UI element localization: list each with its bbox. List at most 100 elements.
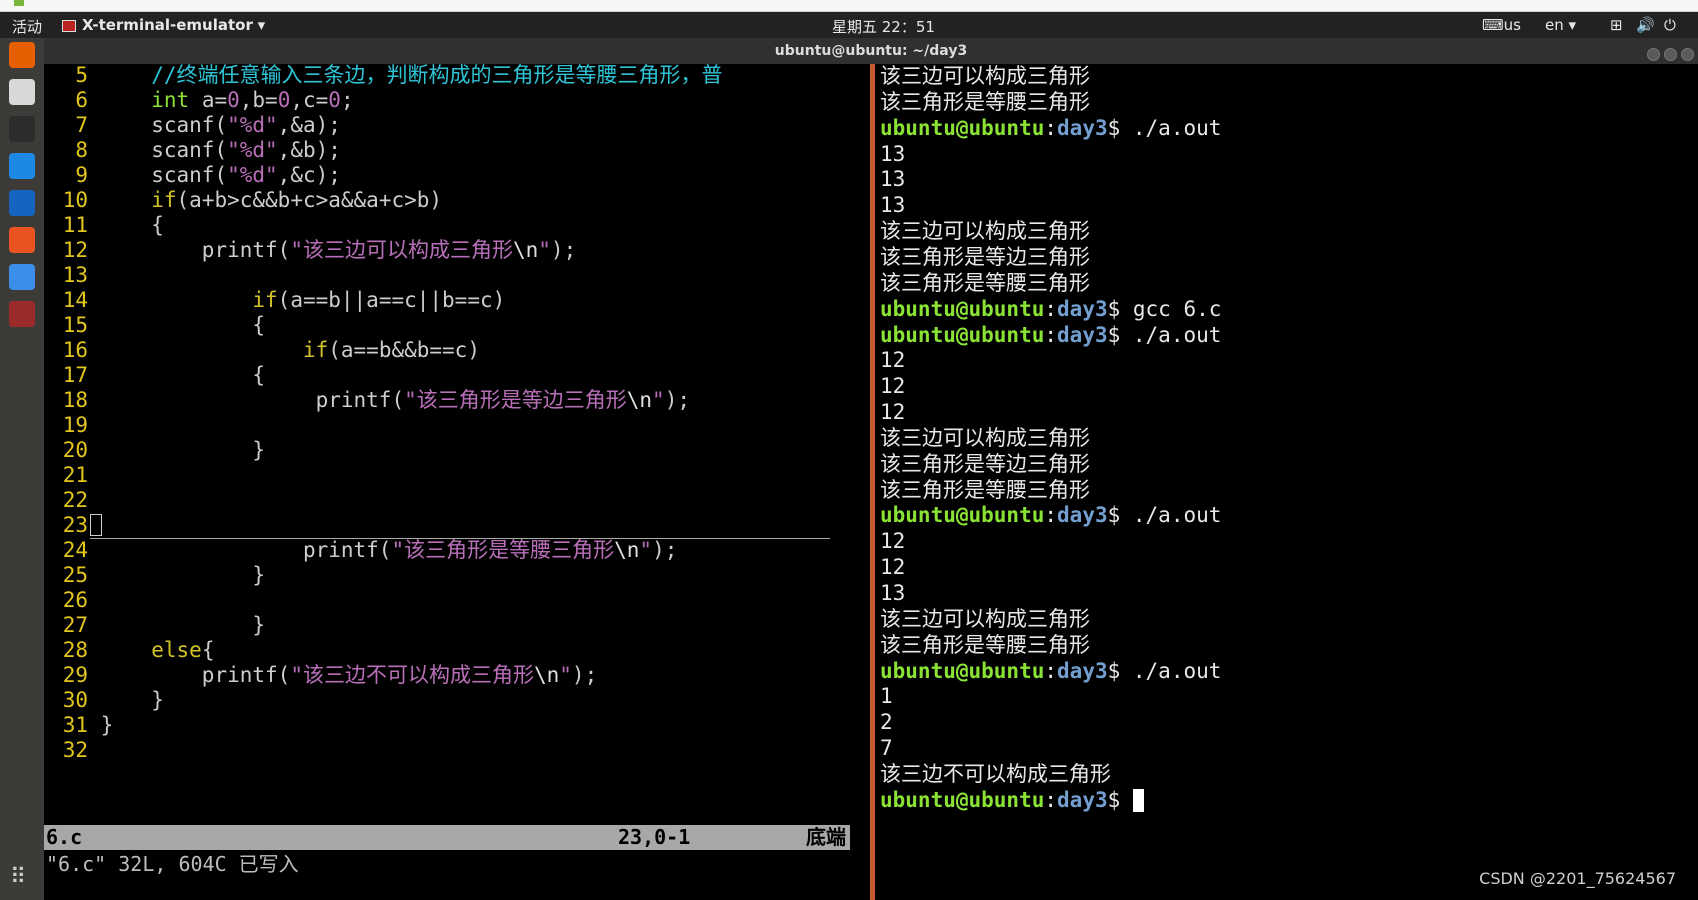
line-number: 21 xyxy=(62,463,88,487)
output-line: 12 xyxy=(880,555,906,580)
code-line: 7 scanf("%d",&a); xyxy=(44,112,341,139)
output-line: 该三边不可以构成三角形 xyxy=(880,761,1111,786)
code-line: 32 xyxy=(44,737,101,764)
volume-icon[interactable]: 🔊 xyxy=(1636,16,1655,34)
code-line: 9 scanf("%d",&c); xyxy=(44,162,341,189)
command-text: $ ./a.out xyxy=(1107,115,1222,140)
output-line: 12 xyxy=(880,400,906,425)
code-line: 31 } xyxy=(44,712,114,739)
output-line: 12 xyxy=(880,374,906,399)
command-text: $ ./a.out xyxy=(1107,658,1222,683)
top-strip xyxy=(0,0,1698,12)
code-text: printf("该三边不可以构成三角形\n"); xyxy=(100,663,598,687)
window-buttons xyxy=(1643,44,1694,61)
command-text: $ ./a.out xyxy=(1107,322,1222,347)
line-number: 22 xyxy=(62,488,88,512)
window-title: ubuntu@ubuntu: ~/day3 xyxy=(774,43,968,59)
maximize-button[interactable] xyxy=(1664,48,1677,61)
code-text: int a=0,b=0,c=0; xyxy=(151,88,354,112)
output-line: 该三角形是等腰三角形 xyxy=(880,632,1090,657)
settings-icon[interactable] xyxy=(9,264,35,290)
status-scroll: 底端 xyxy=(806,825,846,849)
vscode-icon[interactable] xyxy=(9,153,35,179)
line-number: 30 xyxy=(62,688,88,712)
code-line: 12 printf("该三边可以构成三角形\n"); xyxy=(44,237,577,264)
software-center-icon[interactable] xyxy=(9,227,35,253)
line-number: 10 xyxy=(62,188,88,212)
output-line: 7 xyxy=(880,736,893,761)
code-text: //终端任意输入三条边，判断构成的三角形是等腰三角形，普 xyxy=(151,64,723,87)
gnome-top-bar: 活动 X-terminal-emulator ▾ 星期五 22：51 ⌨us e… xyxy=(0,12,1698,38)
language-label: en xyxy=(1545,16,1564,34)
code-line: 28 else{ xyxy=(44,637,215,664)
line-number: 28 xyxy=(62,638,88,662)
code-text: if(a==b&&b==c) xyxy=(302,338,480,362)
output-line: 该三角形是等腰三角形 xyxy=(880,477,1090,502)
prompt-user: ubuntu@ubuntu xyxy=(880,296,1045,321)
prompt-line: ubuntu@ubuntu:day3$ ./a.out xyxy=(880,115,1222,140)
firefox-icon[interactable] xyxy=(9,42,35,68)
activities-button[interactable]: 活动 xyxy=(12,16,42,37)
code-text: } xyxy=(100,438,266,462)
code-text: { xyxy=(100,363,266,387)
code-text: } xyxy=(100,563,266,587)
code-line: 20 } xyxy=(44,437,265,464)
output-line: 13 xyxy=(880,193,906,218)
code-line: 11 { xyxy=(44,212,164,239)
files-icon[interactable] xyxy=(9,79,35,105)
output-line: 该三角形是等边三角形 xyxy=(880,244,1090,269)
clock[interactable]: 星期五 22：51 xyxy=(832,16,935,37)
close-button[interactable] xyxy=(1681,48,1694,61)
code-line: 27 } xyxy=(44,612,265,639)
vscode-alt-icon[interactable] xyxy=(9,190,35,216)
line-number: 11 xyxy=(62,213,88,237)
output-line: 12 xyxy=(880,529,906,554)
app-menu[interactable]: X-terminal-emulator ▾ xyxy=(62,16,265,34)
code-text: } xyxy=(100,713,114,737)
line-number: 5 xyxy=(75,64,88,87)
pane-divider[interactable] xyxy=(870,64,875,900)
minimize-button[interactable] xyxy=(1647,48,1660,61)
code-line: 30 } xyxy=(44,687,164,714)
code-text: } xyxy=(100,688,164,712)
prompt-dir: day3 xyxy=(1057,787,1108,812)
keyboard-indicator[interactable]: ⌨us xyxy=(1482,16,1521,34)
network-icon[interactable]: ⊞ xyxy=(1610,16,1623,34)
command-text: $ ./a.out xyxy=(1107,503,1222,528)
code-text: scanf("%d",&c); xyxy=(100,163,341,187)
prompt-line: ubuntu@ubuntu:day3$ gcc 6.c xyxy=(880,296,1222,321)
line-number: 14 xyxy=(62,288,88,312)
line-number: 20 xyxy=(62,438,88,462)
app-menu-label: X-terminal-emulator xyxy=(82,16,253,34)
output-line: 该三角形是等边三角形 xyxy=(880,451,1090,476)
power-icon[interactable]: ⏻ xyxy=(1664,16,1676,34)
code-line: 24 printf("该三角形是等腰三角形\n"); xyxy=(44,537,678,564)
line-number: 24 xyxy=(62,538,88,562)
output-line: 该三边可以构成三角形 xyxy=(880,606,1090,631)
line-number: 6 xyxy=(75,88,88,112)
vim-editor[interactable]: 5 //终端任意输入三条边，判断构成的三角形是等腰三角形，普 6 int a=0,… xyxy=(44,64,850,900)
line-number: 17 xyxy=(62,363,88,387)
output-line: 该三角形是等腰三角形 xyxy=(880,89,1090,114)
vim-statusline: 6.c 23,0-1 底端 xyxy=(44,825,850,850)
dock: ⠿ xyxy=(0,38,44,900)
language-indicator[interactable]: en ▾ xyxy=(1545,16,1576,34)
terminal-icon[interactable] xyxy=(9,116,35,142)
prompt-user: ubuntu@ubuntu xyxy=(880,787,1045,812)
code-line: 5 //终端任意输入三条边，判断构成的三角形是等腰三角形，普 xyxy=(44,64,723,89)
prompt-dir: day3 xyxy=(1057,115,1108,140)
code-line: 29 printf("该三边不可以构成三角形\n"); xyxy=(44,662,598,689)
prompt-line: ubuntu@ubuntu:day3$ ./a.out xyxy=(880,503,1222,528)
line-number: 9 xyxy=(75,163,88,187)
x-terminal-icon[interactable] xyxy=(9,301,35,327)
show-applications-icon[interactable]: ⠿ xyxy=(10,865,26,890)
chevron-down-icon: ▾ xyxy=(1568,16,1577,34)
prompt-dir: day3 xyxy=(1057,503,1108,528)
code-line: 25 } xyxy=(44,562,265,589)
terminal-pane[interactable]: 该三边可以构成三角形 该三角形是等腰三角形 ubuntu@ubuntu:day3$ … xyxy=(878,64,1698,900)
line-number: 31 xyxy=(62,713,88,737)
code-line: 15 { xyxy=(44,312,265,339)
code-line: 26 xyxy=(44,587,101,614)
code-text: { xyxy=(100,313,266,337)
